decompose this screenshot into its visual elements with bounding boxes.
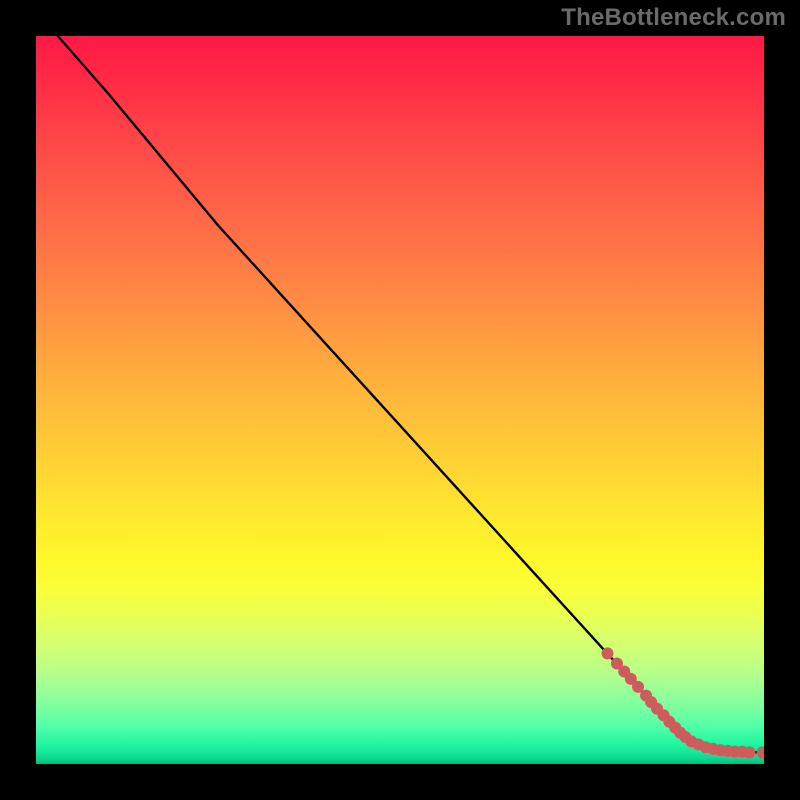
chart-overlay-svg [36,36,764,764]
scatter-point [743,746,755,758]
gradient-plot-area [36,36,764,764]
curve-line [58,36,764,752]
chart-frame: TheBottleneck.com [0,0,800,800]
scatter-points [601,647,764,758]
scatter-point [757,746,764,758]
watermark-text: TheBottleneck.com [561,4,786,32]
scatter-point [601,647,613,659]
